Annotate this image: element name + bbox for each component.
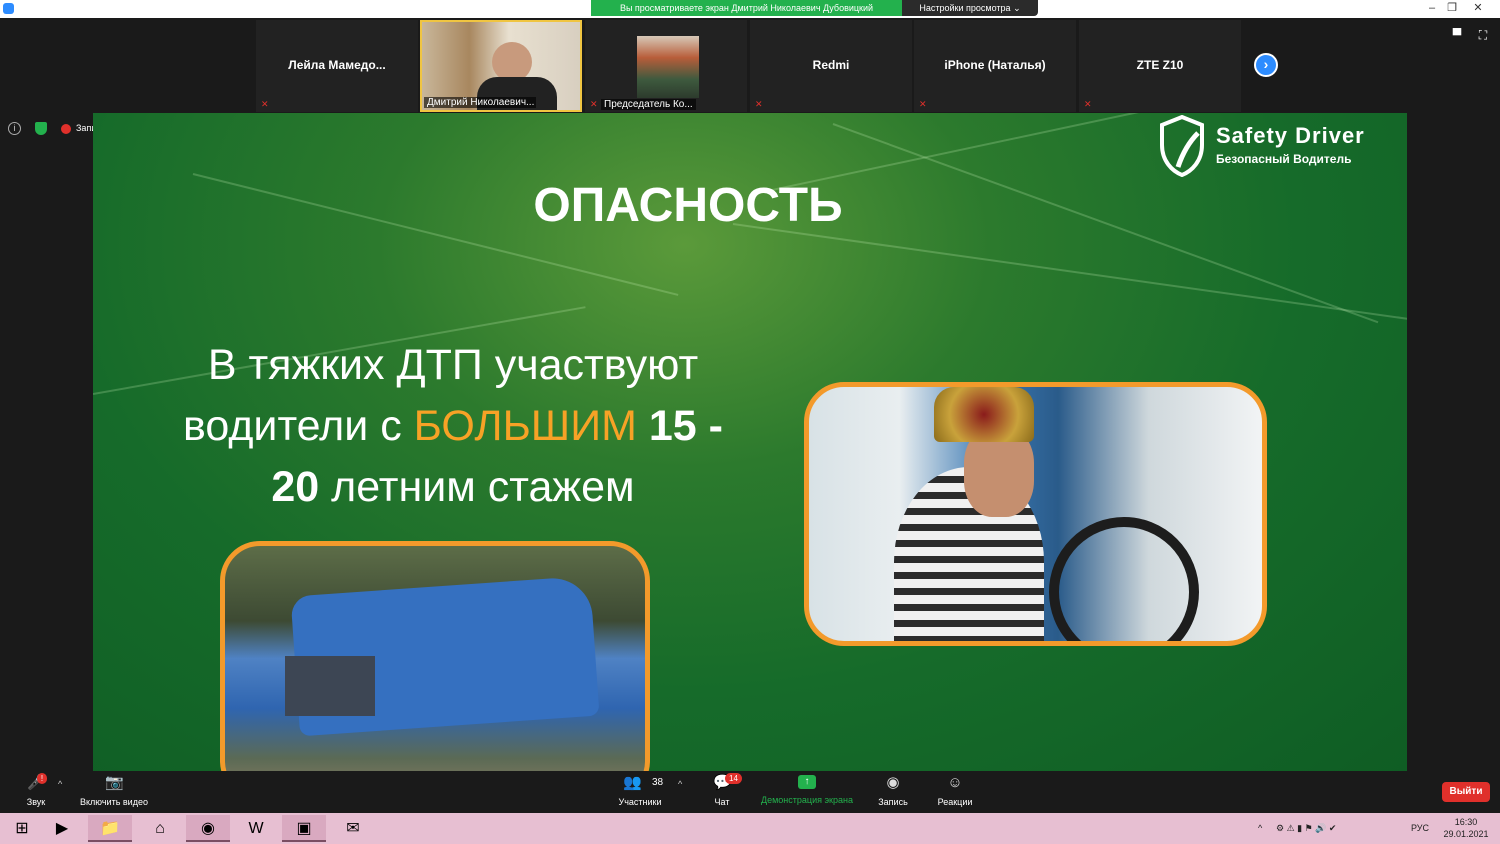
mic-muted-icon: ✕ — [919, 99, 927, 109]
participant-tile[interactable]: Лейла Мамедо... ✕ — [256, 20, 418, 112]
record-icon: ◉ — [886, 774, 900, 791]
meeting-toolbar: 🎤 Звук ! ^ 📷 Включить видео 👥 Участники … — [0, 771, 1500, 813]
slide-highlight: БОЛЬШИМ — [413, 402, 637, 450]
chrome-icon[interactable]: ◉ — [186, 815, 230, 842]
truck-grille-shape — [285, 656, 375, 716]
recording-icon — [61, 124, 71, 134]
slide-line-3-text: летним стажем — [319, 463, 635, 511]
participant-name: iPhone (Наталья) — [944, 58, 1046, 72]
word-icon[interactable]: W — [234, 815, 278, 842]
participant-label: Председатель Ко... — [601, 99, 696, 110]
participants-label: Участники — [618, 797, 662, 807]
home-icon[interactable]: ⌂ — [138, 815, 182, 842]
chat-unread-badge: 14 — [725, 773, 742, 784]
slide-line-1: В тяжких ДТП участвуют — [207, 341, 699, 389]
mic-muted-icon: ✕ — [590, 99, 598, 109]
audio-alert-badge: ! — [37, 773, 47, 784]
windows-taskbar: ⊞ ▶ 📁 ⌂ ◉ W ▣ ✉ ^ ⚙ ⚠ ▮ ⚑ 🔊 ✔ РУС 16:30 … — [0, 813, 1500, 844]
audio-label: Звук — [26, 797, 46, 807]
view-options-button[interactable]: Настройки просмотра ⌄ — [902, 0, 1038, 16]
participant-tile[interactable]: iPhone (Наталья) ✕ — [914, 20, 1076, 112]
slide-number: 15 - — [636, 402, 723, 450]
layout-toggle-icon[interactable]: ▀ — [1450, 28, 1464, 42]
record-button[interactable]: ◉ Запись — [873, 774, 913, 808]
slide-line-2: водители с БОЛЬШИМ 15 - — [133, 396, 773, 457]
participant-video-face — [492, 42, 532, 82]
share-screen-button[interactable]: ↑ Демонстрация экрана — [755, 775, 859, 805]
participants-count: 38 — [652, 777, 664, 788]
steering-wheel-shape — [1049, 517, 1199, 641]
video-off-icon: 📷 — [105, 774, 124, 791]
reactions-button[interactable]: ☺ Реакции — [933, 774, 977, 808]
restore-button[interactable]: ❐ — [1440, 0, 1464, 16]
chat-label: Чат — [714, 797, 730, 807]
mic-muted-icon: ✕ — [1084, 99, 1092, 109]
participant-label: Дмитрий Николаевич... — [424, 97, 536, 108]
logo-subtitle: Безопасный Водитель — [1216, 152, 1352, 166]
slide-line-3: 20 летним стажем — [133, 457, 773, 518]
reaction-smiley-icon: ☺ — [947, 774, 963, 791]
leave-meeting-button[interactable]: Выйти — [1442, 782, 1490, 802]
tray-overflow-icon[interactable]: ^ — [1258, 813, 1262, 844]
participant-name: Redmi — [812, 58, 850, 72]
clock-date: 29.01.2021 — [1443, 829, 1489, 839]
reactions-label: Реакции — [937, 797, 973, 807]
close-button[interactable]: ✕ — [1466, 0, 1490, 16]
logo-title: Safety Driver — [1216, 123, 1365, 148]
encryption-shield-icon[interactable] — [35, 122, 47, 135]
participant-tile-active-speaker[interactable]: Дмитрий Николаевич... — [420, 20, 582, 112]
next-participants-button[interactable]: › — [1254, 53, 1278, 77]
input-language[interactable]: РУС — [1411, 813, 1429, 844]
record-label: Запись — [878, 797, 908, 807]
participant-tile[interactable]: Redmi ✕ — [750, 20, 912, 112]
chevron-right-icon: › — [1263, 56, 1269, 72]
safety-driver-logo: Safety Driver Безопасный Водитель — [1158, 115, 1394, 179]
light-streak — [732, 223, 1407, 326]
slide-body-text: В тяжких ДТП участвуют водители с БОЛЬШИ… — [133, 335, 773, 518]
participant-photo — [637, 36, 699, 98]
participant-name: Лейла Мамедо... — [288, 58, 386, 72]
slide-title: ОПАСНОСТЬ — [533, 179, 843, 232]
tray-icons[interactable]: ⚙ ⚠ ▮ ⚑ 🔊 ✔ — [1276, 813, 1336, 844]
participants-icon: 👥 — [623, 774, 642, 791]
mic-muted-icon: ✕ — [261, 99, 269, 109]
shared-screen-slide: Safety Driver Безопасный Водитель ОПАСНО… — [93, 113, 1407, 771]
fullscreen-icon[interactable]: ⛶ — [1476, 28, 1490, 42]
participant-tile[interactable]: ZTE Z10 ✕ — [1079, 20, 1241, 112]
media-player-icon[interactable]: ▶ — [40, 815, 84, 842]
truck-driver-photo — [804, 382, 1267, 646]
crown-icon — [934, 387, 1034, 442]
participant-tile[interactable]: ✕ Председатель Ко... — [585, 20, 747, 112]
file-explorer-icon[interactable]: 📁 — [88, 815, 132, 842]
mic-muted-icon: ✕ — [755, 99, 763, 109]
zoom-icon[interactable]: ▣ — [282, 815, 326, 842]
taskbar-clock[interactable]: 16:30 29.01.2021 — [1440, 816, 1492, 840]
slide-number: 20 — [271, 463, 320, 511]
view-options-label: Настройки просмотра — [919, 3, 1011, 13]
participant-strip: Лейла Мамедо... ✕ Дмитрий Николаевич... … — [0, 18, 1500, 113]
outlook-icon[interactable]: ✉ — [331, 815, 375, 842]
zoom-app-icon — [3, 3, 14, 14]
info-icon[interactable]: i — [8, 122, 21, 135]
participants-options-caret[interactable]: ^ — [678, 779, 682, 789]
chevron-down-icon: ⌄ — [1013, 3, 1021, 13]
title-bar: Вы просматриваете экран Дмитрий Николаев… — [0, 0, 1500, 18]
slide-line-2-text: водители с — [183, 402, 414, 450]
share-screen-label: Демонстрация экрана — [761, 795, 853, 805]
windows-start-icon[interactable]: ⊞ — [0, 815, 44, 842]
audio-button[interactable]: 🎤 Звук — [20, 775, 52, 808]
shield-road-icon — [1160, 115, 1204, 177]
zoom-window: Вы просматриваете экран Дмитрий Николаев… — [0, 0, 1500, 844]
start-video-label: Включить видео — [80, 797, 148, 807]
start-video-button[interactable]: 📷 Включить видео — [74, 774, 154, 808]
participant-name: ZTE Z10 — [1136, 58, 1184, 72]
audio-options-caret[interactable]: ^ — [58, 779, 62, 789]
share-screen-icon: ↑ — [798, 775, 816, 789]
clock-time: 16:30 — [1454, 817, 1478, 827]
share-banner: Вы просматриваете экран Дмитрий Николаев… — [591, 0, 902, 16]
crashed-truck-photo — [220, 541, 650, 771]
